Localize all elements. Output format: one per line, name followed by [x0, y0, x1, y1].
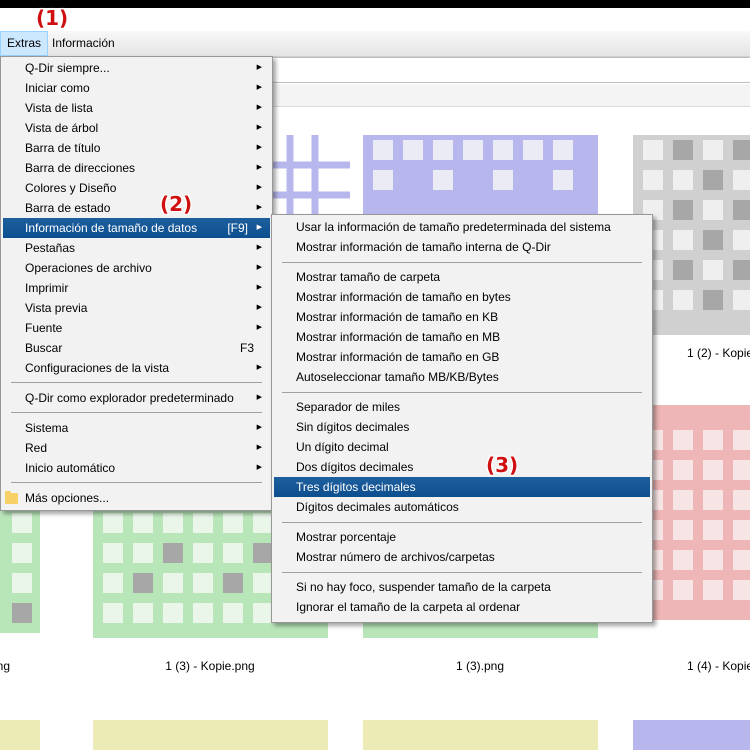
menu-item-vista-de-arbol[interactable]: Vista de árbol ▶ [3, 118, 270, 138]
chevron-right-icon: ▶ [256, 284, 262, 291]
chevron-right-icon: ▶ [256, 364, 262, 371]
menu-item-imprimir[interactable]: Imprimir ▶ [3, 278, 270, 298]
file-label[interactable]: 1 (3).png [360, 659, 600, 673]
chevron-right-icon: ▶ [256, 124, 262, 131]
chevron-right-icon: ▶ [256, 144, 262, 151]
menu-item-buscar[interactable]: Buscar F3 [3, 338, 270, 358]
menu-separator [282, 392, 642, 393]
menu-extras[interactable]: Extras [0, 31, 49, 56]
size-info-submenu: Usar la información de tamaño predetermi… [271, 214, 653, 623]
menu-item-inicio-automatico[interactable]: Inicio automático ▶ [3, 458, 270, 478]
menu-item-qdir-siempre[interactable]: Q-Dir siempre... ▶ [3, 58, 270, 78]
callout-3: (3) [486, 453, 519, 477]
submenu-item[interactable]: Un dígito decimal [274, 437, 650, 457]
submenu-item[interactable]: Mostrar información de tamaño en MB [274, 327, 650, 347]
menu-item-sistema[interactable]: Sistema ▶ [3, 418, 270, 438]
menu-item-vista-de-lista[interactable]: Vista de lista ▶ [3, 98, 270, 118]
menu-item-barra-de-titulo[interactable]: Barra de título ▶ [3, 138, 270, 158]
submenu-item[interactable]: Mostrar información de tamaño interna de… [274, 237, 650, 257]
menu-item-informacion-tamano[interactable]: Información de tamaño de datos [F9] ▶ [3, 218, 270, 238]
chevron-right-icon: ▶ [256, 304, 262, 311]
chevron-right-icon: ▶ [256, 244, 262, 251]
folder-icon [5, 491, 18, 504]
menu-item-colores-y-diseno[interactable]: Colores y Diseño ▶ [3, 178, 270, 198]
chevron-right-icon: ▶ [256, 224, 262, 231]
submenu-item[interactable]: Mostrar información de tamaño en bytes [274, 287, 650, 307]
submenu-item[interactable]: Mostrar información de tamaño en GB [274, 347, 650, 367]
callout-2: (2) [160, 192, 193, 216]
menu-item-vista-previa[interactable]: Vista previa ▶ [3, 298, 270, 318]
menu-bar: Extras Información [0, 31, 750, 57]
chevron-right-icon: ▶ [256, 164, 262, 171]
menu-item-configuraciones-vista[interactable]: Configuraciones de la vista ▶ [3, 358, 270, 378]
column-header-strip [240, 84, 750, 107]
submenu-item[interactable]: Sin dígitos decimales [274, 417, 650, 437]
submenu-item[interactable]: Mostrar número de archivos/carpetas [274, 547, 650, 567]
submenu-item[interactable]: Separador de miles [274, 397, 650, 417]
chevron-right-icon: ▶ [256, 104, 262, 111]
thumbnail-yellow-left[interactable] [0, 716, 45, 750]
callout-1: (1) [36, 6, 69, 30]
submenu-item[interactable]: Dígitos decimales automáticos [274, 497, 650, 517]
submenu-item[interactable]: Autoseleccionar tamaño MB/KB/Bytes [274, 367, 650, 387]
menu-informacion[interactable]: Información [46, 31, 121, 56]
chevron-right-icon: ▶ [256, 464, 262, 471]
extras-menu: Q-Dir siempre... ▶ Iniciar como ▶ Vista de… [0, 56, 273, 511]
submenu-item[interactable]: Dos dígitos decimales [274, 457, 650, 477]
chevron-right-icon: ▶ [256, 204, 262, 211]
file-label[interactable]: 1 (3) - Kopie.png [90, 659, 330, 673]
chevron-right-icon: ▶ [256, 394, 262, 401]
menu-item-red[interactable]: Red ▶ [3, 438, 270, 458]
submenu-item[interactable]: Ignorar el tamaño de la carpeta al orden… [274, 597, 650, 617]
chevron-right-icon: ▶ [256, 64, 262, 71]
submenu-item[interactable]: Si no hay foco, suspender tamaño de la c… [274, 577, 650, 597]
menu-item-operaciones-de-archivo[interactable]: Operaciones de archivo ▶ [3, 258, 270, 278]
submenu-item[interactable]: Usar la información de tamaño predetermi… [274, 217, 650, 237]
menu-item-fuente[interactable]: Fuente ▶ [3, 318, 270, 338]
chevron-right-icon: ▶ [256, 264, 262, 271]
menu-item-mas-opciones[interactable]: Más opciones... [3, 488, 270, 508]
chevron-right-icon: ▶ [256, 324, 262, 331]
thumbnail-yellow-2[interactable] [358, 716, 603, 750]
menu-separator [282, 522, 642, 523]
file-label[interactable]: 1 (4) - Kopie.png [630, 659, 750, 673]
chevron-right-icon: ▶ [256, 184, 262, 191]
menu-separator [282, 262, 642, 263]
menu-item-barra-de-direcciones[interactable]: Barra de direcciones ▶ [3, 158, 270, 178]
thumbnail-blue-bottom[interactable] [628, 716, 750, 750]
submenu-item[interactable]: Mostrar información de tamaño en KB [274, 307, 650, 327]
menu-item-pestanas[interactable]: Pestañas ▶ [3, 238, 270, 258]
thumbnail-yellow[interactable] [88, 716, 333, 750]
menu-item-barra-de-estado[interactable]: Barra de estado ▶ [3, 198, 270, 218]
chevron-right-icon: ▶ [256, 424, 262, 431]
menu-item-iniciar-como[interactable]: Iniciar como ▶ [3, 78, 270, 98]
menu-separator [11, 382, 262, 383]
menu-separator [11, 412, 262, 413]
menu-item-explorador-predeterminado[interactable]: Q-Dir como explorador predeterminado ▶ [3, 388, 270, 408]
submenu-item-tres-digitos[interactable]: Tres dígitos decimales [274, 477, 650, 497]
menu-separator [11, 482, 262, 483]
file-label[interactable]: png [0, 659, 10, 673]
menu-separator [282, 572, 642, 573]
thumbnail-green-left[interactable] [0, 508, 45, 638]
chevron-right-icon: ▶ [256, 444, 262, 451]
submenu-item[interactable]: Mostrar tamaño de carpeta [274, 267, 650, 287]
address-bar[interactable] [240, 57, 750, 83]
window-top-edge [0, 0, 750, 8]
chevron-right-icon: ▶ [256, 84, 262, 91]
submenu-item[interactable]: Mostrar porcentaje [274, 527, 650, 547]
